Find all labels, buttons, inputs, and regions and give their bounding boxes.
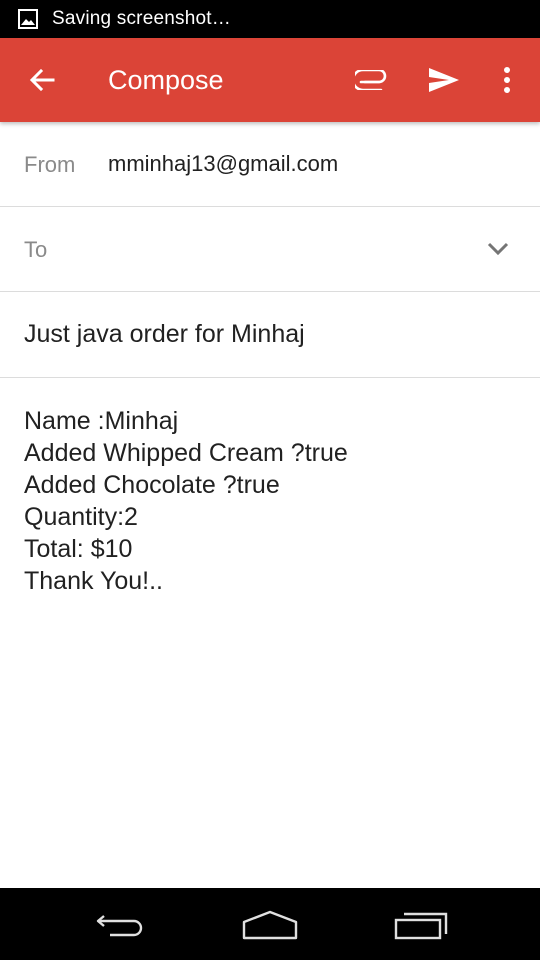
app-bar: Compose bbox=[0, 38, 540, 122]
to-row: To bbox=[0, 207, 540, 292]
subject-field[interactable]: Just java order for Minhaj bbox=[24, 320, 305, 349]
body-line: Added Chocolate ?true bbox=[24, 471, 280, 499]
subject-row[interactable]: Just java order for Minhaj bbox=[0, 292, 540, 378]
expand-recipients-button[interactable] bbox=[480, 233, 516, 265]
to-label: To bbox=[24, 237, 48, 262]
chevron-down-icon bbox=[487, 242, 509, 256]
navigation-bar bbox=[0, 888, 540, 960]
body-line: Added Whipped Cream ?true bbox=[24, 439, 348, 467]
body-line: Quantity:2 bbox=[24, 503, 138, 531]
to-field[interactable] bbox=[100, 225, 464, 275]
send-icon bbox=[429, 68, 459, 92]
send-button[interactable] bbox=[422, 60, 466, 100]
page-title: Compose bbox=[108, 65, 224, 95]
nav-home-button[interactable] bbox=[240, 908, 300, 942]
image-icon bbox=[18, 9, 38, 29]
from-account[interactable]: mminhaj13@gmail.com bbox=[108, 151, 338, 177]
nav-home-icon bbox=[242, 910, 298, 940]
from-label: From bbox=[24, 152, 76, 177]
arrow-back-icon bbox=[29, 68, 55, 92]
body-line: Thank You!.. bbox=[24, 567, 164, 595]
compose-body[interactable]: Name :Minhaj Added Whipped Cream ?true A… bbox=[24, 405, 514, 597]
body-line: Total: $10 bbox=[24, 535, 133, 563]
paperclip-icon bbox=[355, 70, 387, 90]
nav-recents-button[interactable] bbox=[390, 908, 450, 942]
body-line: Name :Minhaj bbox=[24, 407, 179, 435]
nav-back-icon bbox=[96, 915, 143, 937]
status-bar: Saving screenshot… bbox=[0, 0, 540, 38]
attach-button[interactable] bbox=[350, 60, 394, 100]
more-options-button[interactable] bbox=[490, 60, 524, 100]
nav-back-button[interactable] bbox=[90, 908, 150, 942]
nav-recents-icon bbox=[394, 912, 448, 940]
status-text: Saving screenshot… bbox=[52, 8, 231, 29]
more-vert-icon bbox=[504, 67, 510, 93]
from-row[interactable]: From mminhaj13@gmail.com bbox=[0, 122, 540, 207]
back-button[interactable] bbox=[22, 60, 62, 100]
